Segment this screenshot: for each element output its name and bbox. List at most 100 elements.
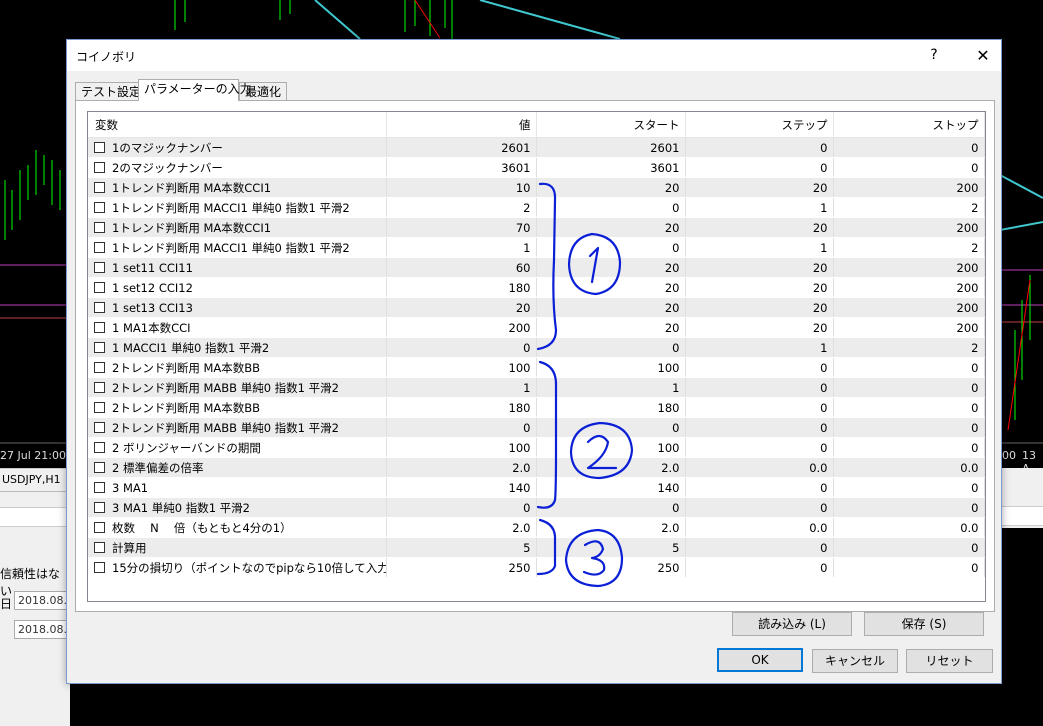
param-stop-cell[interactable]: 2: [833, 337, 985, 358]
table-row[interactable]: 2 標準偏差の倍率 2.0 2.0 0.0 0.0: [88, 457, 985, 478]
table-row[interactable]: 3 MA1 単純0 指数1 平滑2 0 0 0 0: [88, 497, 985, 518]
optimize-checkbox[interactable]: [94, 461, 105, 473]
param-step-cell[interactable]: 0: [685, 437, 834, 458]
table-row[interactable]: 1トレンド判断用 MACCI1 単純0 指数1 平滑2 1 0 1 2: [88, 237, 985, 258]
param-start-cell[interactable]: 100: [536, 357, 686, 378]
param-name-cell[interactable]: 15分の損切り（ポイントなのでpipなら10倍して入力）: [88, 557, 387, 578]
param-name-cell[interactable]: 計算用: [88, 537, 387, 558]
optimize-checkbox[interactable]: [94, 201, 105, 213]
param-value-cell[interactable]: 3601: [386, 157, 537, 178]
param-start-cell[interactable]: 20: [536, 257, 686, 278]
param-name-cell[interactable]: 2トレンド判断用 MA本数BB: [88, 357, 387, 378]
optimize-checkbox[interactable]: [94, 141, 105, 153]
optimize-checkbox[interactable]: [94, 541, 105, 553]
table-row[interactable]: 1 MA1本数CCI 200 20 20 200: [88, 317, 985, 338]
param-value-cell[interactable]: 180: [386, 397, 537, 418]
param-stop-cell[interactable]: 2: [833, 237, 985, 258]
param-value-cell[interactable]: 2: [386, 197, 537, 218]
param-stop-cell[interactable]: 0: [833, 137, 985, 158]
table-row[interactable]: 1 set11 CCI11 60 20 20 200: [88, 257, 985, 278]
help-button[interactable]: ?: [919, 40, 949, 71]
tab-test-settings[interactable]: テスト設定: [75, 82, 142, 101]
optimize-checkbox[interactable]: [94, 281, 105, 293]
table-row[interactable]: 2 ボリンジャーバンドの期間 100 100 0 0: [88, 437, 985, 458]
param-step-cell[interactable]: 20: [685, 177, 834, 198]
param-start-cell[interactable]: 5: [536, 537, 686, 558]
optimize-checkbox[interactable]: [94, 161, 105, 173]
load-button[interactable]: 読み込み (L): [732, 612, 852, 636]
table-row[interactable]: 1 MACCI1 単純0 指数1 平滑2 0 0 1 2: [88, 337, 985, 358]
param-value-cell[interactable]: 200: [386, 317, 537, 338]
date-field-2[interactable]: 2018.08.1: [14, 620, 74, 639]
param-step-cell[interactable]: 0: [685, 497, 834, 518]
tab-parameters[interactable]: パラメーターの入力: [138, 79, 252, 101]
save-button[interactable]: 保存 (S): [864, 612, 984, 636]
table-row[interactable]: 2のマジックナンバー 3601 3601 0 0: [88, 157, 985, 178]
optimize-checkbox[interactable]: [94, 301, 105, 313]
param-name-cell[interactable]: 1トレンド判断用 MACCI1 単純0 指数1 平滑2: [88, 197, 387, 218]
optimize-checkbox[interactable]: [94, 341, 105, 353]
param-step-cell[interactable]: 1: [685, 337, 834, 358]
param-start-cell[interactable]: 1: [536, 377, 686, 398]
param-stop-cell[interactable]: 200: [833, 277, 985, 298]
column-header-variable[interactable]: 変数: [88, 112, 387, 138]
parameters-grid[interactable]: 変数 値 スタート ステップ ストップ 1のマジックナンバー 2601 2601 0 0…: [87, 111, 986, 602]
param-value-cell[interactable]: 2.0: [386, 457, 537, 478]
param-step-cell[interactable]: 0: [685, 397, 834, 418]
table-row[interactable]: 2トレンド判断用 MA本数BB 180 180 0 0: [88, 397, 985, 418]
close-button[interactable]: ✕: [965, 40, 1001, 71]
param-value-cell[interactable]: 1: [386, 377, 537, 398]
param-name-cell[interactable]: 1 set13 CCI13: [88, 297, 387, 318]
param-start-cell[interactable]: 100: [536, 437, 686, 458]
param-step-cell[interactable]: 20: [685, 297, 834, 318]
table-row[interactable]: 計算用 5 5 0 0: [88, 537, 985, 558]
param-value-cell[interactable]: 2601: [386, 137, 537, 158]
param-name-cell[interactable]: 1のマジックナンバー: [88, 137, 387, 158]
param-stop-cell[interactable]: 0: [833, 557, 985, 578]
param-value-cell[interactable]: 140: [386, 477, 537, 498]
param-start-cell[interactable]: 180: [536, 397, 686, 418]
param-name-cell[interactable]: 2のマジックナンバー: [88, 157, 387, 178]
param-step-cell[interactable]: 0: [685, 477, 834, 498]
table-row[interactable]: 1 set13 CCI13 20 20 20 200: [88, 297, 985, 318]
table-row[interactable]: 枚数 N 倍（もともと4分の1） 2.0 2.0 0.0 0.0: [88, 517, 985, 538]
param-name-cell[interactable]: 3 MA1 単純0 指数1 平滑2: [88, 497, 387, 518]
column-header-value[interactable]: 値: [386, 112, 537, 138]
param-name-cell[interactable]: 2 ボリンジャーバンドの期間: [88, 437, 387, 458]
table-row[interactable]: 2トレンド判断用 MABB 単純0 指数1 平滑2 1 1 0 0: [88, 377, 985, 398]
reset-button[interactable]: リセット: [906, 649, 993, 673]
param-stop-cell[interactable]: 2: [833, 197, 985, 218]
param-name-cell[interactable]: 2 標準偏差の倍率: [88, 457, 387, 478]
param-name-cell[interactable]: 1 set11 CCI11: [88, 257, 387, 278]
param-stop-cell[interactable]: 0.0: [833, 517, 985, 538]
param-stop-cell[interactable]: 0: [833, 477, 985, 498]
param-start-cell[interactable]: 140: [536, 477, 686, 498]
param-step-cell[interactable]: 0.0: [685, 457, 834, 478]
param-stop-cell[interactable]: 0: [833, 357, 985, 378]
param-step-cell[interactable]: 0: [685, 157, 834, 178]
param-start-cell[interactable]: 0: [536, 237, 686, 258]
param-stop-cell[interactable]: 0.0: [833, 457, 985, 478]
param-value-cell[interactable]: 100: [386, 357, 537, 378]
param-value-cell[interactable]: 5: [386, 537, 537, 558]
optimize-checkbox[interactable]: [94, 561, 105, 573]
column-header-start[interactable]: スタート: [536, 112, 686, 138]
param-value-cell[interactable]: 100: [386, 437, 537, 458]
param-step-cell[interactable]: 20: [685, 257, 834, 278]
param-start-cell[interactable]: 3601: [536, 157, 686, 178]
ok-button[interactable]: OK: [717, 648, 803, 672]
param-stop-cell[interactable]: 200: [833, 317, 985, 338]
optimize-checkbox[interactable]: [94, 421, 105, 433]
param-name-cell[interactable]: 1 MACCI1 単純0 指数1 平滑2: [88, 337, 387, 358]
param-stop-cell[interactable]: 200: [833, 217, 985, 238]
param-start-cell[interactable]: 0: [536, 197, 686, 218]
optimize-checkbox[interactable]: [94, 401, 105, 413]
param-name-cell[interactable]: 2トレンド判断用 MABB 単純0 指数1 平滑2: [88, 377, 387, 398]
param-step-cell[interactable]: 1: [685, 237, 834, 258]
param-value-cell[interactable]: 0: [386, 497, 537, 518]
param-start-cell[interactable]: 20: [536, 297, 686, 318]
param-step-cell[interactable]: 1: [685, 197, 834, 218]
param-step-cell[interactable]: 0: [685, 357, 834, 378]
param-step-cell[interactable]: 0: [685, 557, 834, 578]
table-row[interactable]: 3 MA1 140 140 0 0: [88, 477, 985, 498]
